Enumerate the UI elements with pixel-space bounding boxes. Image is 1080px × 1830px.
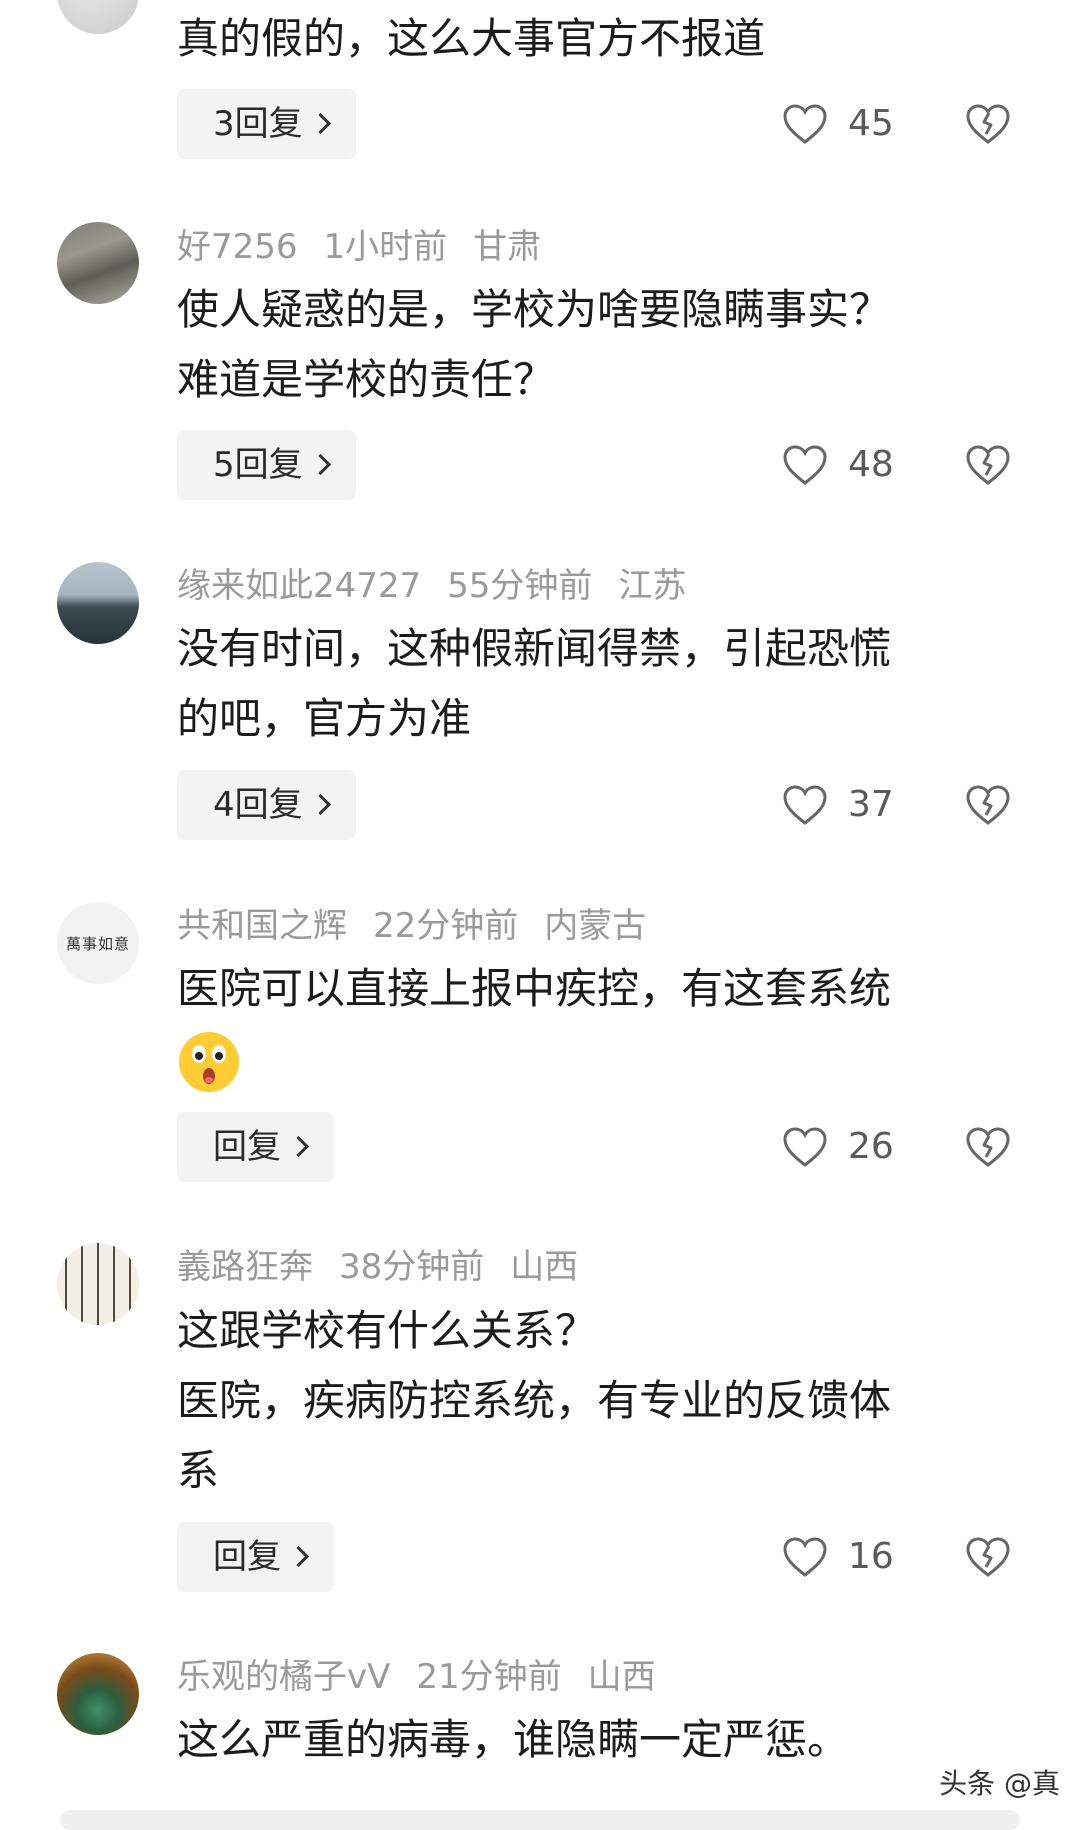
comment-time: 22分钟前: [373, 906, 519, 946]
heart-outline-icon: [783, 104, 827, 144]
comment-time: 55分钟前: [447, 566, 593, 606]
comment-text-line: 难道是学校的责任？: [177, 355, 556, 404]
comment-location: 江苏: [618, 566, 687, 606]
comment-meta: 缘来如此24727 55分钟前 江苏: [177, 566, 712, 606]
avatar[interactable]: [57, 0, 139, 34]
view-replies-button[interactable]: 5回复: [177, 430, 356, 500]
author-name[interactable]: 義路狂奔: [177, 1247, 313, 1287]
avatar[interactable]: [57, 562, 139, 644]
broken-heart-icon[interactable]: [965, 1534, 1011, 1580]
comment-emoji-line: [177, 1024, 1007, 1094]
comment-location: 内蒙古: [544, 906, 647, 946]
comment-location: 山西: [510, 1247, 579, 1287]
astonished-face-icon: [179, 1031, 239, 1092]
reply-button[interactable]: 回复: [177, 1522, 334, 1592]
avatar[interactable]: [57, 222, 139, 304]
comment-time: 21分钟前: [416, 1657, 562, 1697]
reply-label: 回复: [213, 1127, 281, 1167]
reply-label: 4回复: [213, 785, 303, 825]
comment-text-line: 医院，疾病防控系统，有专业的反馈体: [177, 1376, 892, 1425]
reply-button[interactable]: 回复: [177, 1112, 334, 1182]
reply-label: 回复: [213, 1537, 281, 1577]
avatar[interactable]: [57, 1653, 139, 1735]
like-button[interactable]: 48: [782, 440, 894, 490]
watermark: 头条 @真: [939, 1767, 1060, 1800]
like-count: 16: [848, 1536, 894, 1577]
heart-outline-icon: [783, 1127, 827, 1167]
comment-text-line: 医院可以直接上报中疾控，有这套系统: [177, 964, 892, 1013]
author-name[interactable]: 共和国之辉: [177, 906, 347, 946]
chevron-right-icon: [287, 1135, 310, 1158]
comment-meta: 義路狂奔 38分钟前 山西: [177, 1247, 604, 1287]
avatar[interactable]: 萬事如意: [57, 902, 139, 984]
comment-meta: 共和国之辉 22分钟前 内蒙古: [177, 906, 672, 946]
like-button[interactable]: 26: [782, 1122, 894, 1172]
comment-text-line: 这跟学校有什么关系？: [177, 1306, 598, 1355]
like-button[interactable]: 16: [782, 1532, 894, 1582]
comment-text: 这么严重的病毒，谁隐瞒一定严惩。: [177, 1705, 1007, 1775]
broken-heart-icon[interactable]: [965, 782, 1011, 828]
comment-meta: 乐观的橘子vV 21分钟前 山西: [177, 1657, 682, 1697]
broken-heart-icon[interactable]: [965, 442, 1011, 488]
comment-text: 没有时间，这种假新闻得禁，引起恐慌 的吧，官方为准: [177, 614, 1007, 754]
comment-time: 1小时前: [323, 227, 448, 267]
view-replies-button[interactable]: 3回复: [177, 89, 356, 159]
bottom-input-bar[interactable]: [60, 1810, 1020, 1830]
heart-outline-icon: [783, 785, 827, 825]
comment-text-line: 系: [177, 1446, 220, 1495]
like-count: 45: [848, 103, 894, 144]
heart-outline-icon: [783, 445, 827, 485]
comment-time: 38分钟前: [339, 1247, 485, 1287]
chevron-right-icon: [309, 112, 331, 135]
comment-meta: 好7256 1小时前 甘肃: [177, 227, 567, 267]
like-button[interactable]: 45: [782, 99, 894, 149]
chevron-right-icon: [309, 793, 331, 816]
like-button[interactable]: 37: [782, 780, 894, 830]
comment-location: 甘肃: [473, 227, 542, 267]
comment-text: 医院可以直接上报中疾控，有这套系统: [177, 954, 1007, 1094]
comment-text-line: 真的假的，这么大事官方不报道: [177, 14, 766, 63]
comment-text-line: 的吧，官方为准: [177, 694, 472, 743]
reply-label: 5回复: [213, 445, 303, 485]
comment-text-line: 这么严重的病毒，谁隐瞒一定严惩。: [177, 1715, 850, 1764]
author-name[interactable]: 好7256: [177, 227, 298, 267]
like-count: 48: [848, 444, 894, 485]
broken-heart-icon[interactable]: [965, 101, 1011, 147]
comment-text-line: 使人疑惑的是，学校为啥要隐瞒事实？: [177, 285, 892, 334]
author-name[interactable]: 缘来如此24727: [177, 566, 421, 606]
comment-location: 山西: [587, 1657, 656, 1697]
view-replies-button[interactable]: 4回复: [177, 770, 356, 840]
reply-label: 3回复: [213, 104, 303, 144]
avatar[interactable]: [57, 1243, 139, 1325]
broken-heart-icon[interactable]: [965, 1124, 1011, 1170]
comment-text: 这跟学校有什么关系？ 医院，疾病防控系统，有专业的反馈体 系: [177, 1296, 1007, 1506]
chevron-right-icon: [287, 1545, 310, 1568]
heart-outline-icon: [783, 1537, 827, 1577]
author-name[interactable]: 乐观的橘子vV: [177, 1657, 390, 1697]
comment-text: 使人疑惑的是，学校为啥要隐瞒事实？ 难道是学校的责任？: [177, 275, 1007, 415]
avatar-calligraphy: 萬事如意: [65, 934, 130, 953]
like-count: 26: [848, 1126, 894, 1167]
comment-text-line: 没有时间，这种假新闻得禁，引起恐慌: [177, 624, 892, 673]
like-count: 37: [848, 784, 894, 825]
comment-text: 真的假的，这么大事官方不报道: [177, 4, 1007, 74]
chevron-right-icon: [309, 453, 331, 476]
